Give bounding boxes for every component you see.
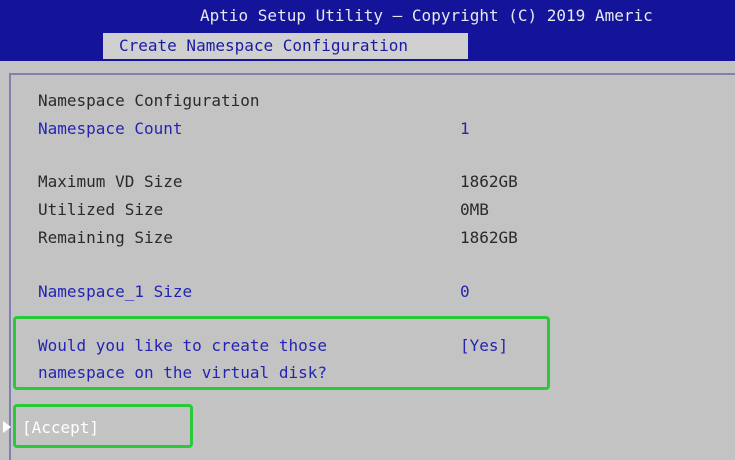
create-prompt-line1[interactable]: Would you like to create those bbox=[38, 336, 327, 355]
namespace-1-size-value[interactable]: 0 bbox=[460, 282, 470, 301]
remaining-size-value: 1862GB bbox=[460, 228, 518, 247]
remaining-size-label: Remaining Size bbox=[38, 228, 173, 247]
namespace-1-size-label[interactable]: Namespace_1 Size bbox=[38, 282, 192, 301]
utilized-size-value: 0MB bbox=[460, 200, 489, 219]
section-title: Namespace Configuration bbox=[38, 91, 260, 110]
create-prompt-line2[interactable]: namespace on the virtual disk? bbox=[38, 363, 327, 382]
max-vd-size-value: 1862GB bbox=[460, 172, 518, 191]
utilized-size-label: Utilized Size bbox=[38, 200, 164, 219]
submenu-arrow-icon bbox=[3, 421, 11, 433]
namespace-count-label[interactable]: Namespace Count bbox=[38, 119, 183, 138]
accept-button[interactable]: [Accept] bbox=[22, 418, 99, 437]
namespace-count-value[interactable]: 1 bbox=[460, 119, 470, 138]
max-vd-size-label: Maximum VD Size bbox=[38, 172, 183, 191]
app-title: Aptio Setup Utility – Copyright (C) 2019… bbox=[200, 6, 653, 25]
title-bar: Aptio Setup Utility – Copyright (C) 2019… bbox=[0, 0, 735, 61]
create-prompt-value[interactable]: [Yes] bbox=[460, 336, 508, 355]
tab-create-namespace-configuration[interactable]: Create Namespace Configuration bbox=[103, 33, 468, 59]
